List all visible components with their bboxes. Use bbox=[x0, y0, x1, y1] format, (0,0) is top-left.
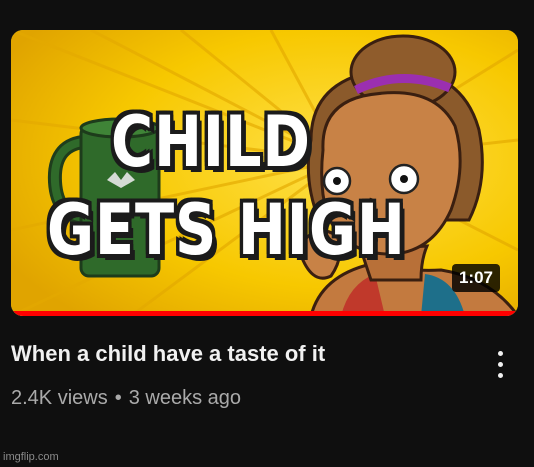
video-stats: 2.4K views • 3 weeks ago bbox=[11, 386, 481, 410]
video-card: CHILD GETS HIGH 1:07 When a child have a… bbox=[0, 0, 534, 467]
upload-age: 3 weeks ago bbox=[128, 387, 242, 409]
watch-progress-bar bbox=[11, 311, 518, 316]
watermark: imgflip.com bbox=[3, 451, 59, 463]
video-title[interactable]: When a child have a taste of it bbox=[11, 340, 481, 368]
duration-badge: 1:07 bbox=[451, 264, 500, 292]
video-meta: When a child have a taste of it 2.4K vie… bbox=[11, 340, 481, 410]
video-thumbnail[interactable]: CHILD GETS HIGH 1:07 bbox=[11, 30, 518, 316]
view-count: 2.4K views bbox=[11, 387, 108, 409]
watch-progress-fill bbox=[11, 311, 518, 316]
more-vert-icon bbox=[497, 350, 503, 356]
more-options-button[interactable] bbox=[488, 344, 512, 384]
thumbnail-illustration bbox=[11, 30, 518, 316]
meta-separator: • bbox=[114, 387, 122, 409]
